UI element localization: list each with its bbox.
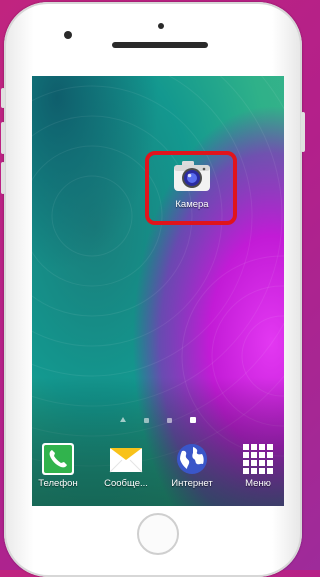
- dock-phone[interactable]: Телефон: [32, 442, 88, 489]
- dock-messages[interactable]: Сообще...: [96, 442, 156, 489]
- mute-switch: [1, 88, 5, 108]
- dock-internet[interactable]: Интернет: [162, 442, 222, 489]
- page-dot[interactable]: [167, 418, 172, 423]
- home-screen: Камера Телефон Сообще... Интернет Меню: [32, 76, 284, 506]
- messages-icon: [109, 448, 143, 473]
- apps-grid-icon: [243, 444, 273, 474]
- volume-down-button: [1, 162, 5, 194]
- power-button: [301, 112, 305, 152]
- page-indicator: [32, 410, 284, 428]
- dock-messages-label: Сообще...: [104, 478, 148, 489]
- page-dot-home[interactable]: [120, 417, 126, 422]
- home-button[interactable]: [137, 513, 179, 555]
- phone-body: Камера Телефон Сообще... Интернет Меню: [1, 2, 305, 577]
- dock-menu[interactable]: Меню: [228, 442, 284, 489]
- earpiece-speaker: [112, 42, 208, 48]
- camera-highlight-box: [145, 151, 237, 225]
- dock-phone-label: Телефон: [38, 478, 78, 489]
- dock-internet-label: Интернет: [171, 478, 213, 489]
- front-camera: [64, 31, 72, 39]
- proximity-sensor: [158, 23, 164, 29]
- globe-icon: [177, 444, 207, 474]
- volume-up-button: [1, 122, 5, 154]
- dock-menu-label: Меню: [245, 478, 271, 489]
- phone-icon: [42, 443, 74, 475]
- page-dot[interactable]: [144, 418, 149, 423]
- page-dot-active[interactable]: [190, 417, 196, 423]
